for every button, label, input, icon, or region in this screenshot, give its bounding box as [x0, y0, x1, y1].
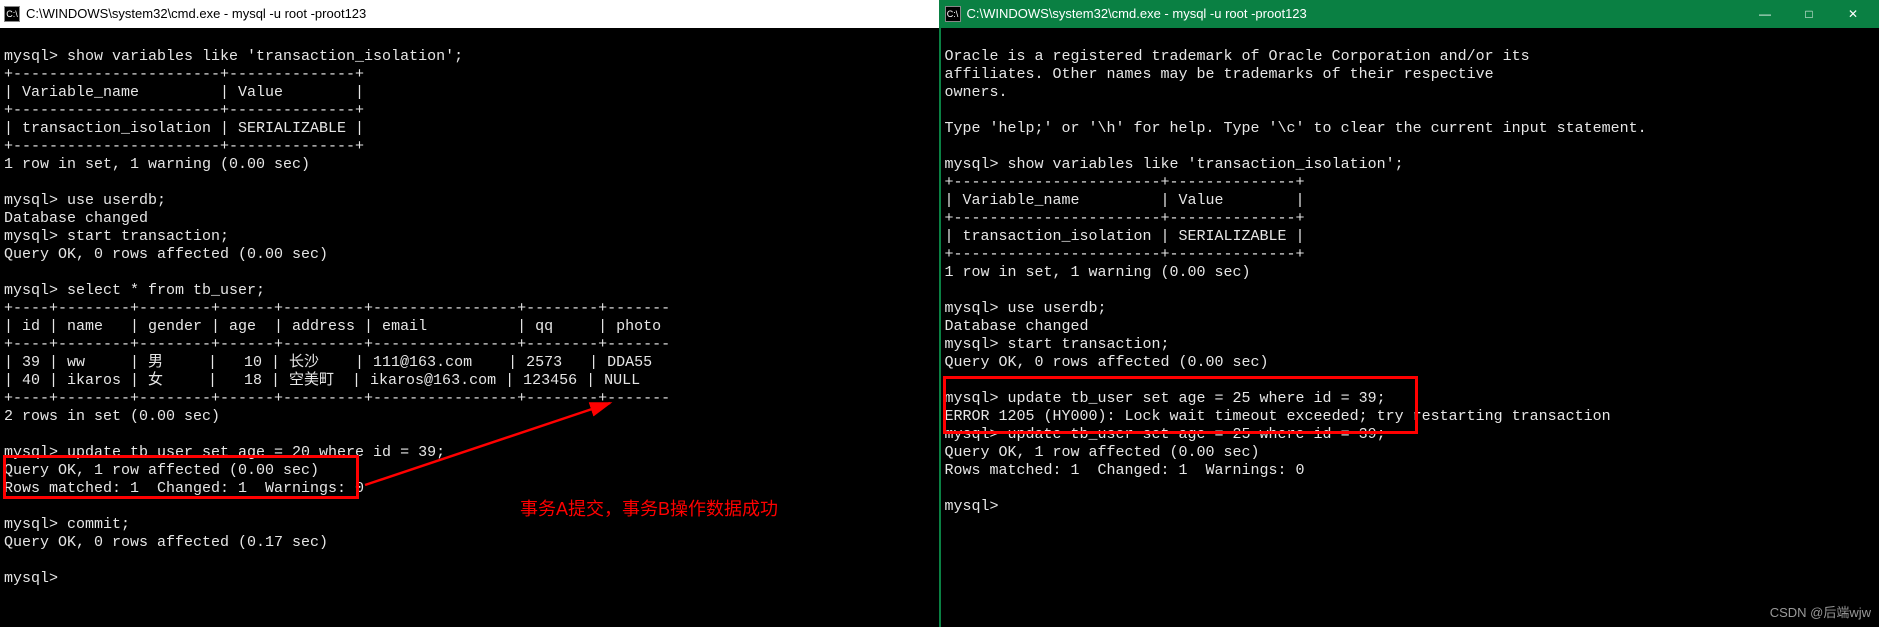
- cmd-icon: C:\: [4, 6, 20, 22]
- watermark-text: CSDN @后端wjw: [1770, 602, 1871, 621]
- terminal-line: +----+--------+--------+------+---------…: [4, 300, 670, 317]
- terminal-line: owners.: [945, 84, 1008, 101]
- terminal-line: mysql> select * from tb_user;: [4, 282, 265, 299]
- terminal-line: mysql> commit;: [4, 516, 130, 533]
- terminal-line: Type 'help;' or '\h' for help. Type '\c'…: [945, 120, 1647, 137]
- terminal-line: | 40 | ikaros | 女 | 18 | 空美町 | ikaros@16…: [4, 372, 640, 389]
- terminal-line: mysql> use userdb;: [4, 192, 166, 209]
- terminal-line: Database changed: [945, 318, 1089, 335]
- maximize-button[interactable]: □: [1787, 0, 1831, 28]
- terminal-line: mysql> update tb_user set age = 20 where…: [4, 444, 445, 461]
- terminal-line: mysql> update tb_user set age = 25 where…: [945, 390, 1386, 407]
- terminal-line: Query OK, 1 row affected (0.00 sec): [945, 444, 1260, 461]
- terminal-line: Query OK, 0 rows affected (0.00 sec): [4, 246, 328, 263]
- terminal-content-left[interactable]: mysql> show variables like 'transaction_…: [0, 28, 939, 608]
- terminal-right-pane: C:\ C:\WINDOWS\system32\cmd.exe - mysql …: [941, 0, 1879, 627]
- terminal-line: 1 row in set, 1 warning (0.00 sec): [945, 264, 1251, 281]
- terminal-line: +----+--------+--------+------+---------…: [4, 390, 670, 407]
- terminal-line: | Variable_name | Value |: [945, 192, 1305, 209]
- window-title-right: C:\WINDOWS\system32\cmd.exe - mysql -u r…: [967, 6, 1744, 22]
- terminal-line: | transaction_isolation | SERIALIZABLE |: [945, 228, 1305, 245]
- terminal-line: 1 row in set, 1 warning (0.00 sec): [4, 156, 310, 173]
- terminal-line: Database changed: [4, 210, 148, 227]
- terminal-line: +-----------------------+--------------+: [945, 246, 1305, 263]
- terminal-line: | transaction_isolation | SERIALIZABLE |: [4, 120, 364, 137]
- minimize-button[interactable]: —: [1743, 0, 1787, 28]
- cmd-icon: C:\: [945, 6, 961, 22]
- terminal-line: Query OK, 0 rows affected (0.00 sec): [945, 354, 1269, 371]
- terminal-line: +----+--------+--------+------+---------…: [4, 336, 670, 353]
- terminal-left-pane: C:\ C:\WINDOWS\system32\cmd.exe - mysql …: [0, 0, 941, 627]
- titlebar-left[interactable]: C:\ C:\WINDOWS\system32\cmd.exe - mysql …: [0, 0, 939, 28]
- titlebar-right[interactable]: C:\ C:\WINDOWS\system32\cmd.exe - mysql …: [941, 0, 1879, 28]
- terminal-line: | id | name | gender | age | address | e…: [4, 318, 661, 335]
- terminal-line: Query OK, 0 rows affected (0.17 sec): [4, 534, 328, 551]
- terminal-line: +-----------------------+--------------+: [4, 102, 364, 119]
- terminal-line: affiliates. Other names may be trademark…: [945, 66, 1494, 83]
- terminal-line: mysql> start transaction;: [945, 336, 1170, 353]
- terminal-line: mysql> use userdb;: [945, 300, 1107, 317]
- close-button[interactable]: ✕: [1831, 0, 1875, 28]
- terminal-line: Rows matched: 1 Changed: 1 Warnings: 0: [945, 462, 1305, 479]
- terminal-line: +-----------------------+--------------+: [4, 138, 364, 155]
- terminal-line: mysql> show variables like 'transaction_…: [4, 48, 463, 65]
- terminal-line: | Variable_name | Value |: [4, 84, 364, 101]
- terminal-line: +-----------------------+--------------+: [4, 66, 364, 83]
- window-title-left: C:\WINDOWS\system32\cmd.exe - mysql -u r…: [26, 6, 935, 22]
- terminal-line: mysql> start transaction;: [4, 228, 229, 245]
- terminal-line: +-----------------------+--------------+: [945, 210, 1305, 227]
- annotation-text: 事务A提交，事务B操作数据成功: [520, 495, 778, 521]
- terminal-line: Query OK, 1 row affected (0.00 sec): [4, 462, 319, 479]
- terminal-line: | 39 | ww | 男 | 10 | 长沙 | 111@163.com | …: [4, 354, 652, 371]
- terminal-line: mysql> update tb_user set age = 25 where…: [945, 426, 1386, 443]
- terminal-line: mysql> show variables like 'transaction_…: [945, 156, 1404, 173]
- terminal-line: +-----------------------+--------------+: [945, 174, 1305, 191]
- terminal-line: Oracle is a registered trademark of Orac…: [945, 48, 1530, 65]
- terminal-line: mysql>: [945, 498, 999, 515]
- terminal-line: ERROR 1205 (HY000): Lock wait timeout ex…: [945, 408, 1611, 425]
- terminal-content-right[interactable]: Oracle is a registered trademark of Orac…: [941, 28, 1879, 536]
- terminal-line: Rows matched: 1 Changed: 1 Warnings: 0: [4, 480, 364, 497]
- terminal-line: 2 rows in set (0.00 sec): [4, 408, 220, 425]
- terminal-line: mysql>: [4, 570, 58, 587]
